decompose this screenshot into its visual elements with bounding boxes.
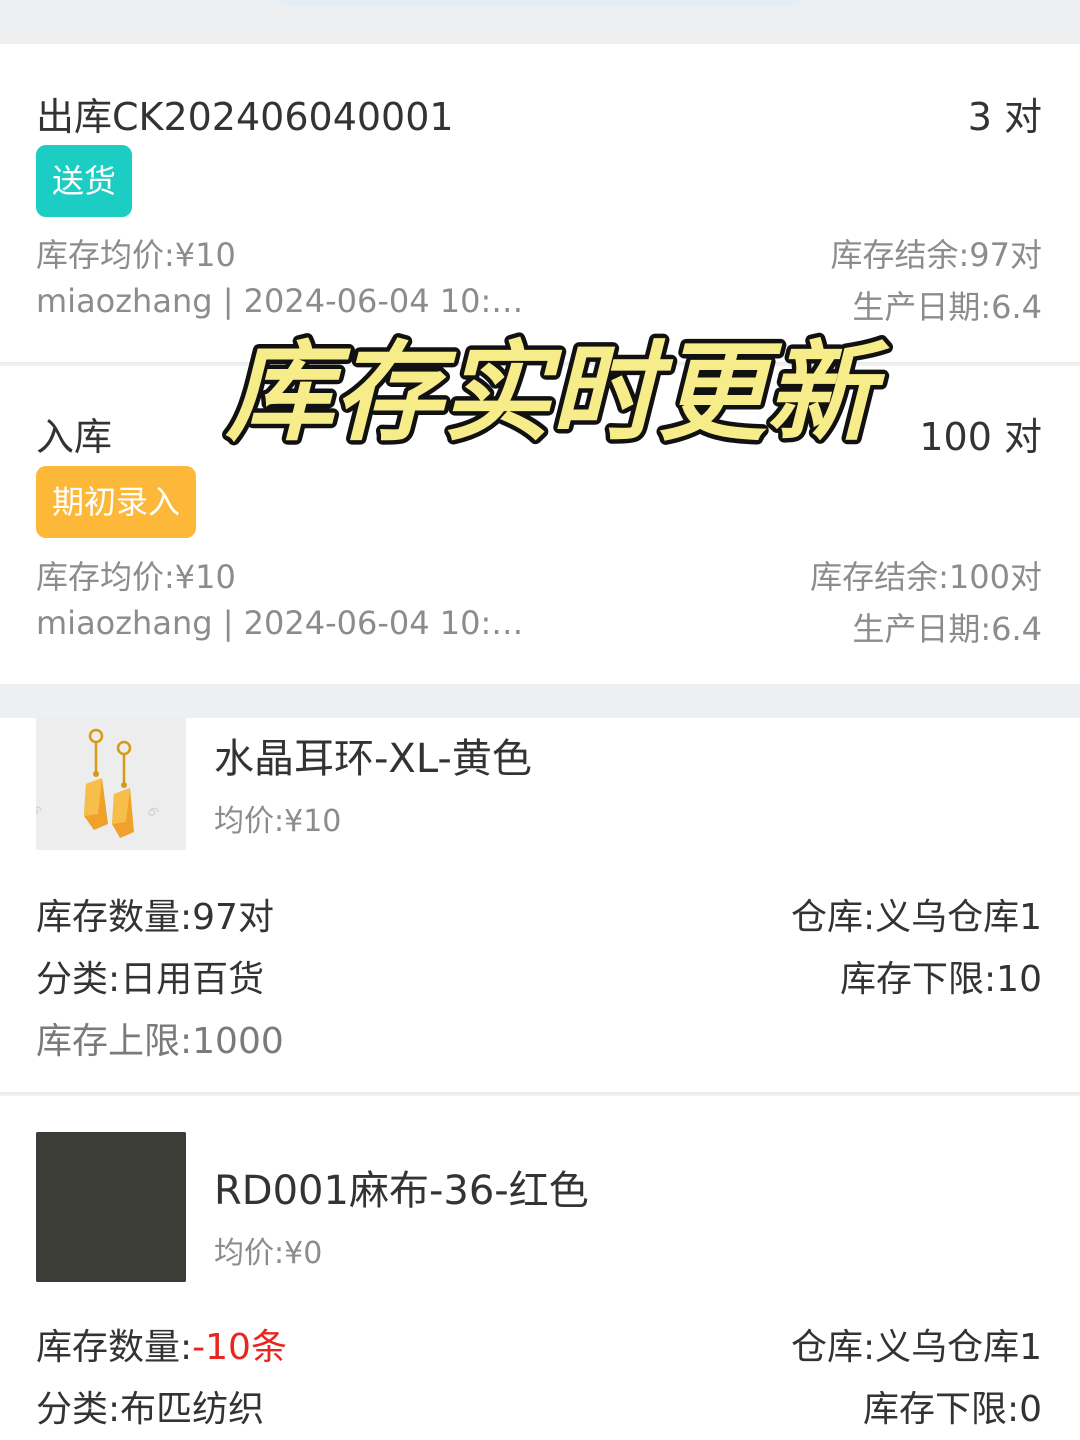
stock-quantity-label: 库存数量: [36,897,193,938]
product-name: RD001麻布-36-红色 [214,1168,589,1214]
fabric-swatch-icon [36,1132,186,1282]
avg-price: 库存均价:¥10 [36,236,236,274]
category: 分类:布匹纺织 [36,1389,265,1430]
stock-quantity-value: 97对 [192,897,274,938]
operator-time: miaozhang | 2024-06-04 10:… [36,604,524,642]
production-date: 生产日期:6.4 [852,610,1042,648]
avg-price: 库存均价:¥10 [36,558,236,596]
opening-entry-badge: 期初录入 [36,466,197,538]
warehouse: 仓库:义乌仓库1 [790,897,1042,938]
stock-quantity-negative-value: -10条 [192,1327,287,1368]
stock-quantity: 库存数量:-10条 [36,1318,287,1370]
warehouse: 仓库:义乌仓库1 [790,1327,1042,1368]
max-stock: 库存上限:1000 [36,1021,284,1062]
product-card-earring[interactable]: 6 6 水晶耳环-XL-黄色 均价:¥10 库存数量:97对 仓库:义乌仓库1 … [0,718,1080,1092]
top-hint [280,0,800,6]
transaction-card-outbound[interactable]: 出库CK202406040001 3 对 送货 库存均价:¥10 库存结余:97… [0,44,1080,362]
transaction-quantity: 3 对 [967,95,1042,139]
section-gap [0,684,1080,718]
min-stock: 库存下限:0 [862,1389,1042,1430]
product-avg-price: 均价:¥0 [214,1236,323,1271]
top-strip [0,0,1080,44]
product-card-linen[interactable]: RD001麻布-36-红色 均价:¥0 库存数量:-10条 仓库:义乌仓库1 分… [0,1096,1080,1440]
category: 分类:日用百货 [36,959,265,1000]
earring-icon: 6 6 [36,718,186,850]
overlay-caption-text: 库存实时更新 [225,331,890,456]
divider [0,1092,1080,1094]
stock-balance: 库存结余:97对 [830,236,1042,274]
min-stock: 库存下限:10 [840,959,1042,1000]
product-avg-price: 均价:¥10 [214,804,342,839]
operator-time: miaozhang | 2024-06-04 10:… [36,282,524,320]
stock-quantity: 库存数量:97对 [36,888,274,940]
stock-balance: 库存结余:100对 [810,558,1042,596]
stock-quantity-label: 库存数量: [36,1327,193,1368]
transaction-quantity: 100 对 [919,415,1042,459]
transaction-title: 出库CK202406040001 [36,95,454,139]
overlay-caption: 库存实时更新 [220,327,894,461]
product-name: 水晶耳环-XL-黄色 [214,736,532,782]
delivery-badge: 送货 [36,145,133,217]
transaction-title: 入库 [36,415,113,459]
